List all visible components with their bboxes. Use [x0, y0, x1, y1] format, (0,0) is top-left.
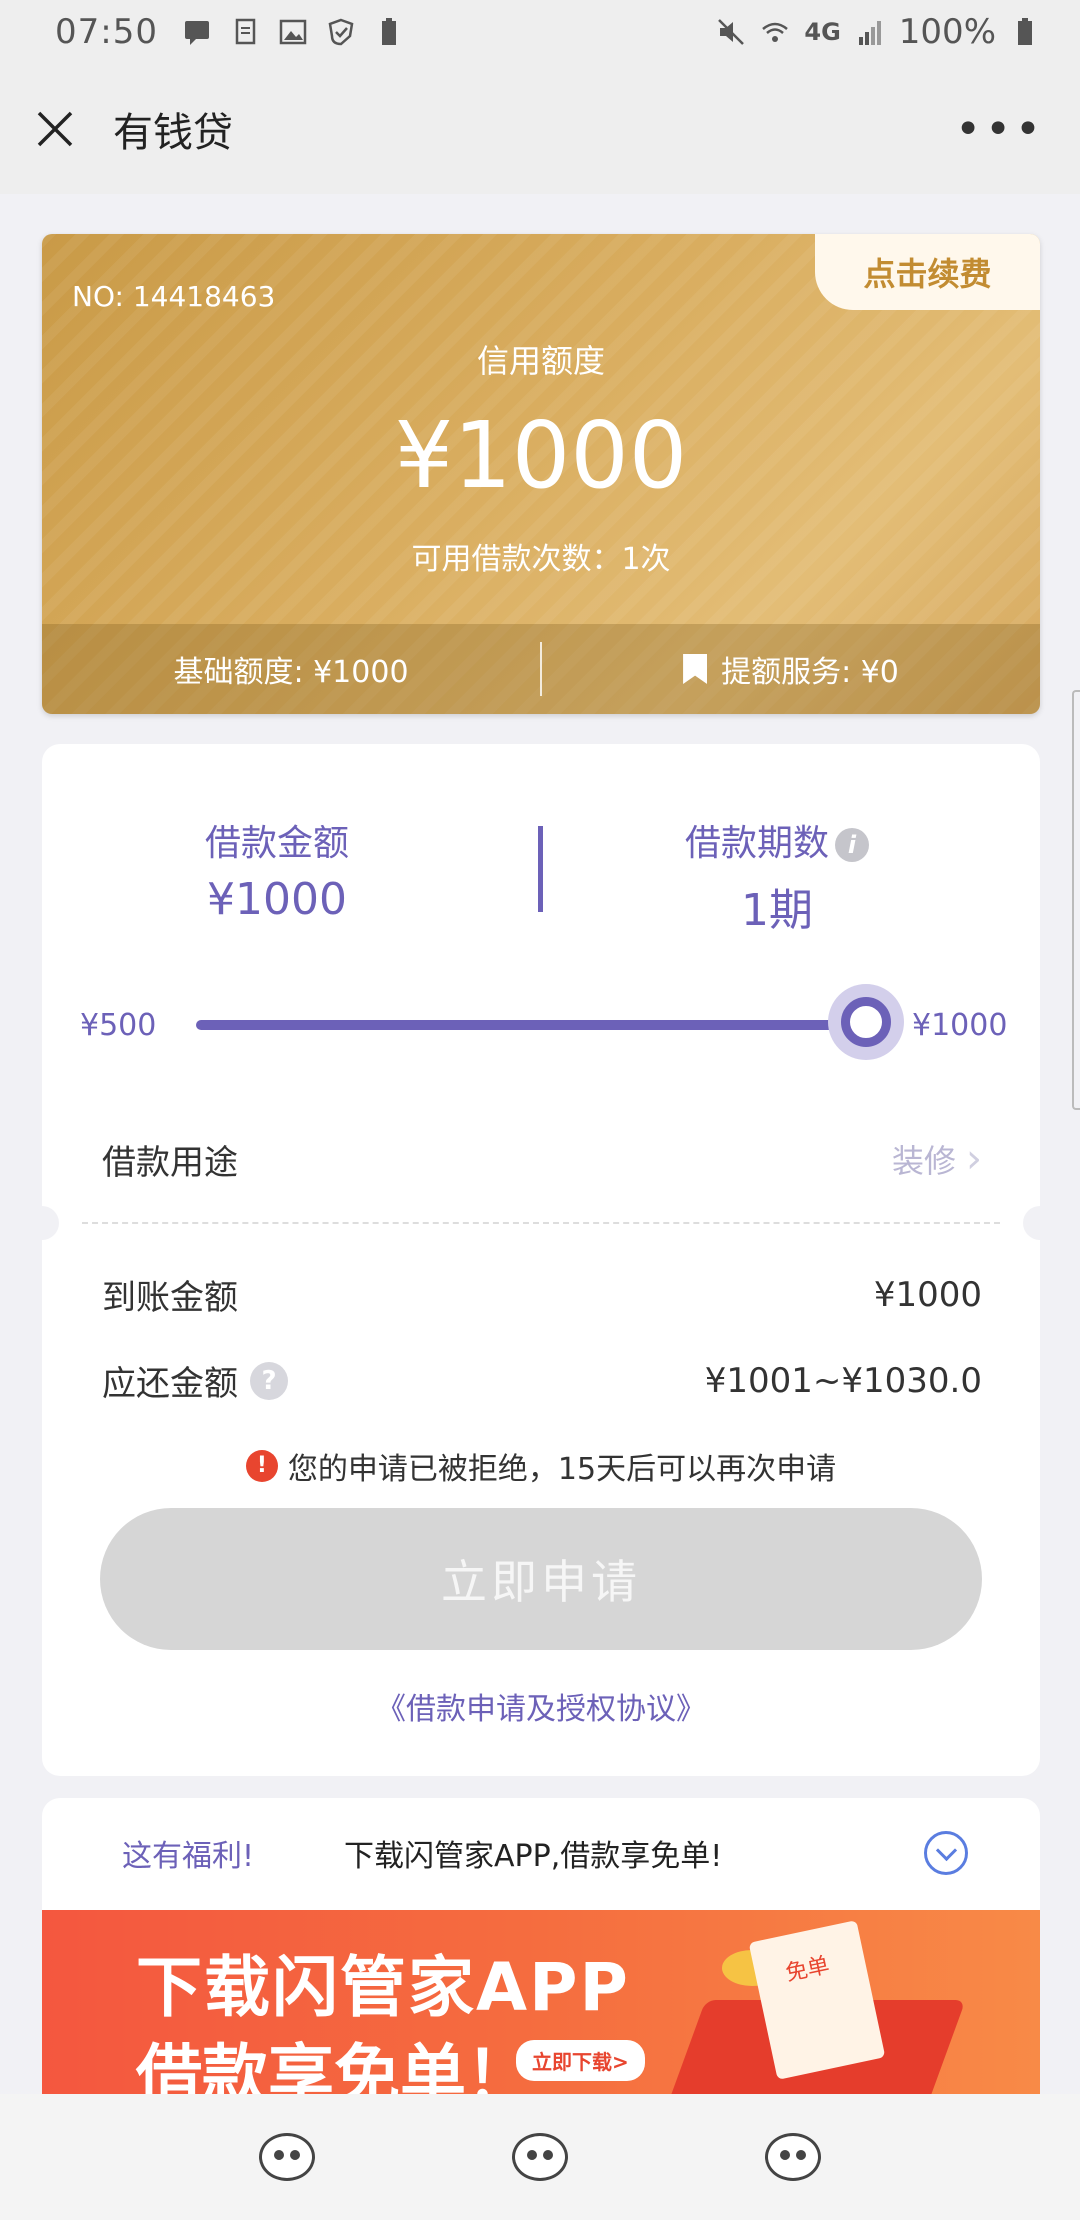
credit-limit-amount: ¥1000: [394, 402, 688, 509]
loan-panel: 借款金额 ¥1000 借款期数 i 1期 ¥500 ¥1000 借款用途 装修 ›…: [25, 744, 1057, 1776]
loan-period: 借款期数 i 1期: [617, 814, 937, 938]
loan-amount-label: 借款金额: [204, 823, 349, 864]
battery-full-icon: [381, 18, 396, 45]
more-menu-icon[interactable]: •••: [955, 104, 1045, 155]
alert-icon: !: [245, 1450, 278, 1482]
repay-amount-row: 应还金额 ? ¥1001~¥1030.0: [102, 1356, 982, 1405]
loan-amount-value: ¥1000: [207, 874, 347, 925]
received-label: 到账金额: [102, 1278, 238, 1318]
bottom-nav: [0, 2094, 1080, 2220]
notification-icons: [182, 17, 404, 47]
sticker-face-icon: [765, 2133, 822, 2181]
available-times: 可用借款次数：1次: [411, 542, 671, 577]
base-limit: 基础额度: ¥1000: [42, 647, 540, 691]
slider-min-label: ¥500: [80, 1008, 157, 1043]
battery-icon: [1018, 18, 1032, 45]
status-bar: 07:50 4G 100%: [0, 0, 1080, 64]
promo-message: 下载闪管家APP,借款享免单!: [344, 1839, 723, 1874]
page-title: 有钱贷: [113, 110, 233, 156]
amount-slider-thumb[interactable]: [828, 984, 904, 1060]
base-limit-text: 基础额度: ¥1000: [173, 655, 409, 690]
help-icon[interactable]: ?: [250, 1361, 288, 1400]
metric-divider: [538, 826, 543, 912]
scroll-handle[interactable]: [1072, 690, 1080, 1110]
apply-button[interactable]: 立即申请: [100, 1508, 982, 1650]
loan-purpose-value: 装修: [891, 1142, 956, 1180]
receipt-badge: 免单: [783, 1953, 832, 1987]
nav-sticker-2-icon[interactable]: [508, 2127, 572, 2187]
system-indicators: 4G 100%: [716, 12, 1040, 52]
slider-max-label: ¥1000: [912, 1008, 1008, 1043]
shield-icon: [328, 18, 354, 46]
boost-service: 提额服务: ¥0: [542, 647, 1040, 691]
promo-header: 这有福利! 下载闪管家APP,借款享免单!: [42, 1798, 1040, 1908]
nav-sticker-1-icon[interactable]: [255, 2127, 319, 2187]
repay-value: ¥1001~¥1030.0: [704, 1360, 982, 1401]
close-icon[interactable]: [35, 109, 75, 149]
card-number: NO: 14418463: [72, 280, 276, 313]
renew-button[interactable]: 点击续费: [815, 234, 1040, 310]
loan-period-label: 借款期数: [684, 823, 829, 864]
boost-service-text: 提额服务: ¥0: [721, 655, 899, 690]
sticker-face-icon: [258, 2133, 315, 2181]
agreement-link[interactable]: 《借款申请及授权协议》: [42, 1684, 1040, 1728]
ticket-notch-right: [1023, 1206, 1057, 1240]
document-icon: [235, 18, 256, 45]
loan-amount: 借款金额 ¥1000: [117, 814, 437, 925]
network-type: 4G: [804, 18, 841, 46]
signal-icon: [858, 21, 881, 45]
nav-sticker-3-icon[interactable]: [761, 2127, 825, 2187]
message-icon: [184, 21, 209, 45]
credit-limit-label: 信用额度: [476, 342, 605, 380]
rejection-text: 您的申请已被拒绝，15天后可以再次申请: [287, 1452, 837, 1487]
rejection-notice: ! 您的申请已被拒绝，15天后可以再次申请: [42, 1444, 1040, 1488]
ticket-notch-left: [25, 1206, 59, 1240]
credit-card: 点击续费 NO: 14418463 信用额度 ¥1000 可用借款次数：1次 基…: [42, 234, 1040, 714]
loan-period-value: 1期: [741, 885, 813, 936]
promo-banner[interactable]: 免单 下载闪管家APP 借款享免单！ 立即下载>: [42, 1910, 1040, 2094]
promo-tag: 这有福利!: [122, 1839, 255, 1874]
banner-line-2: 借款享免单！: [136, 2037, 532, 2094]
card-footer: 基础额度: ¥1000 提额服务: ¥0: [42, 624, 1040, 714]
expand-icon[interactable]: [924, 1831, 968, 1875]
dashed-divider: [82, 1222, 1000, 1224]
banner-download-button[interactable]: 立即下载>: [516, 2040, 645, 2081]
promo-panel: 这有福利! 下载闪管家APP,借款享免单! 免单 下载闪管家APP 借款享免单！…: [42, 1798, 1040, 2094]
received-amount-row: 到账金额 ¥1000: [102, 1270, 982, 1319]
sticker-face-icon: [511, 2133, 568, 2181]
image-icon: [279, 19, 307, 45]
status-time: 07:50: [55, 12, 158, 52]
battery-percent: 100%: [898, 12, 996, 52]
bookmark-icon: [683, 654, 708, 684]
amount-slider-track[interactable]: [196, 1020, 856, 1030]
wifi-icon: [762, 22, 789, 42]
received-value: ¥1000: [873, 1274, 982, 1315]
loan-purpose-row[interactable]: 借款用途 装修 ›: [102, 1124, 982, 1194]
repay-label: 应还金额: [102, 1364, 238, 1404]
mute-icon: [718, 19, 745, 45]
app-bar: 有钱贷 •••: [0, 64, 1080, 194]
info-icon[interactable]: i: [835, 828, 869, 862]
chevron-right-icon: ›: [966, 1136, 982, 1182]
loan-purpose-label: 借款用途: [102, 1142, 238, 1183]
banner-line-1: 下载闪管家APP: [136, 1949, 630, 2026]
